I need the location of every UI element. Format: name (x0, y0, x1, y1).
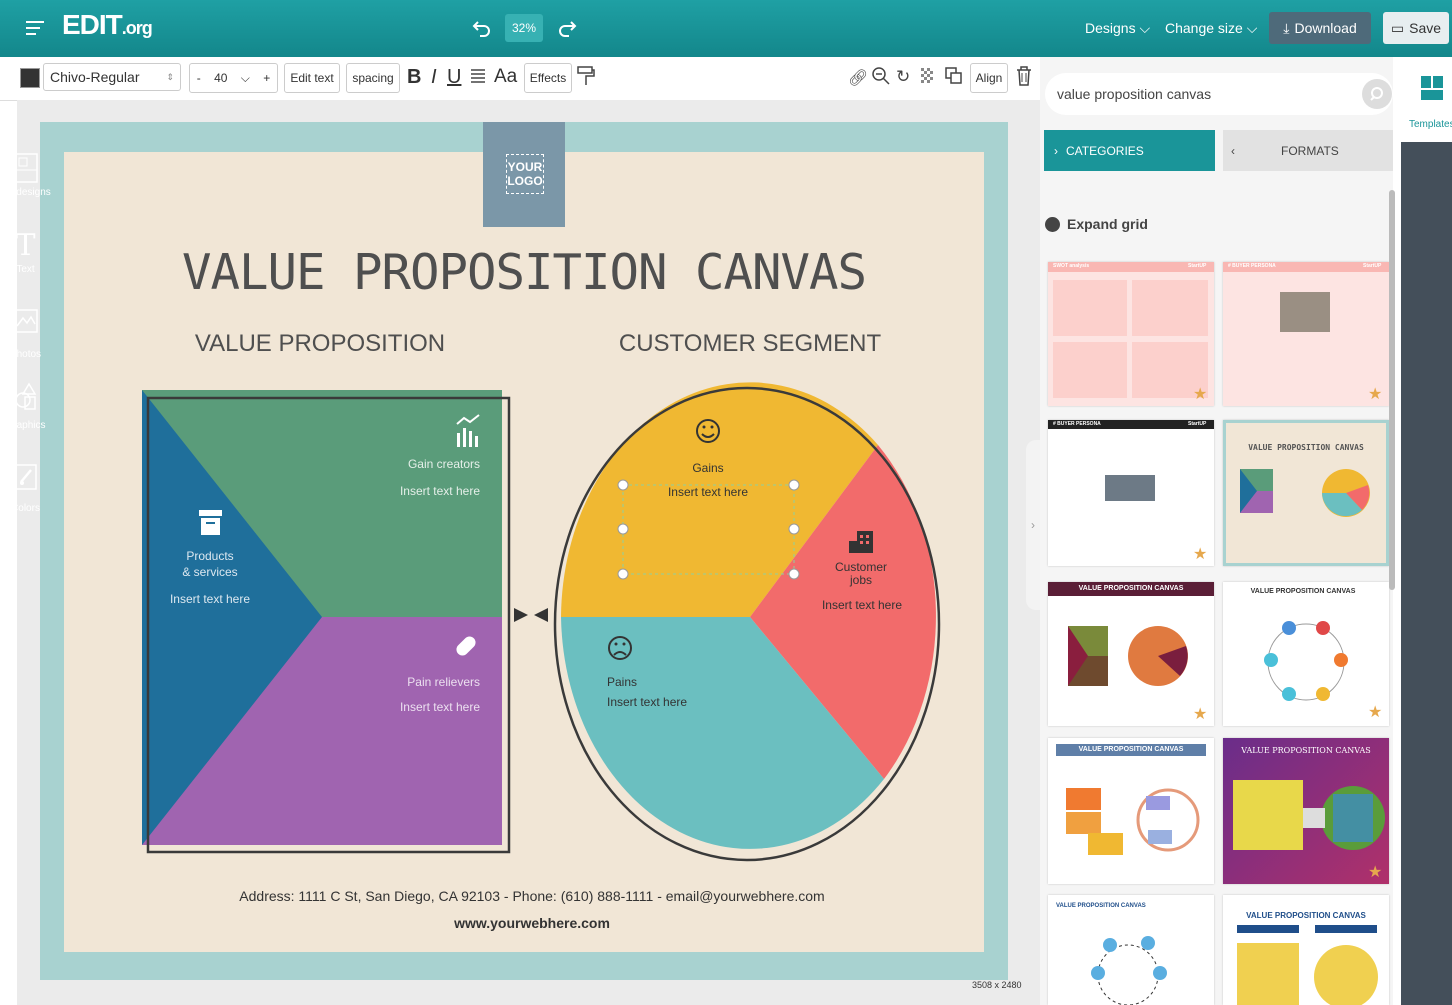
template-thumbnail-buyer-persona[interactable]: # BUYER PERSONA StartUP ★ (1223, 262, 1389, 406)
chevron-down-icon: ⌵ (1246, 20, 1258, 36)
download-icon: ⤓ (1283, 19, 1290, 36)
rail-label: Colors (11, 503, 40, 514)
template-thumbnail-orange[interactable]: VALUE PROPOSITION CANVAS (1048, 738, 1214, 884)
rail-item-photos[interactable]: Photos (0, 308, 51, 370)
rail-label: Graphics (5, 420, 46, 431)
products-label[interactable]: Products & services (160, 548, 260, 580)
template-thumbnail-swot[interactable]: SWOT analysis StartUP ★ (1048, 262, 1214, 406)
shapes-icon (14, 382, 36, 410)
thumb-diagram (1066, 788, 1200, 855)
products-label-line2: & services (182, 565, 238, 579)
thumb-diagram (1068, 626, 1188, 686)
thumb-diagram (1237, 925, 1378, 1005)
pains-text[interactable]: Insert text here (607, 695, 687, 709)
thumbnail-badge: StartUP (1188, 263, 1207, 269)
arrow-left-icon (534, 608, 548, 622)
save-button[interactable]: ▭ Save (1383, 12, 1449, 44)
gains-label[interactable]: Gains (658, 461, 758, 475)
rail-label: Photos (9, 349, 42, 360)
thumb-diagram (1240, 469, 1370, 517)
thumbnail-badge: StartUP (1188, 421, 1207, 427)
smile-eye (702, 425, 706, 429)
products-text[interactable]: Insert text here (155, 592, 265, 606)
rail-item-text[interactable]: T Text (0, 228, 51, 290)
thumb-photo (1280, 292, 1330, 332)
rail-item-templates[interactable]: Templates (1401, 57, 1452, 142)
file-icon: ▭ (1390, 19, 1405, 36)
template-thumbnail-circle[interactable]: VALUE PROPOSITION CANVAS ★ (1223, 582, 1389, 726)
thumbnail-title: SWOT analysis (1053, 263, 1090, 269)
template-thumbnail-purple[interactable]: VALUE PROPOSITION CANVAS ★ (1223, 738, 1389, 884)
rail-label: My designs (0, 187, 51, 198)
rail-item-my-designs[interactable]: My designs (0, 150, 51, 215)
star-icon[interactable]: ★ (1368, 862, 1382, 882)
designs-menu[interactable]: Designs ⌵ (1085, 20, 1150, 37)
my-designs-icon (13, 153, 38, 183)
sad-eye (622, 642, 626, 646)
canvas-diagram (142, 382, 941, 862)
photo-icon (13, 309, 38, 333)
download-button[interactable]: ⤓ Download (1269, 12, 1371, 44)
grid-toggle-icon (1045, 216, 1060, 232)
search-icon (1370, 87, 1383, 101)
thumb-diagram (1091, 936, 1167, 1005)
sad-eye (614, 642, 618, 646)
thumb-diagram (1233, 780, 1385, 850)
change-size-menu[interactable]: Change size ⌵ (1165, 20, 1257, 37)
customer-jobs-line2: jobs (849, 573, 872, 587)
search-input-value: value proposition canvas (1057, 86, 1212, 102)
website-text[interactable]: www.yourwebhere.com (64, 915, 1000, 931)
thumb-photo (1105, 475, 1155, 501)
expand-grid-toggle[interactable]: Expand grid (1045, 216, 1148, 232)
rail-label: Templates (1409, 119, 1452, 130)
thumb-cell (1053, 280, 1127, 336)
gains-text[interactable]: Insert text here (653, 485, 763, 499)
customer-jobs-label[interactable]: Customer jobs (816, 561, 906, 587)
rail-item-graphics[interactable]: Graphics (0, 382, 51, 444)
products-label-line1: Products (186, 549, 234, 563)
pain-relievers-text[interactable]: Insert text here (370, 700, 480, 714)
panel-scrollbar[interactable] (1389, 190, 1395, 590)
thumbnail-title: # BUYER PERSONA (1053, 421, 1101, 427)
star-icon[interactable]: ★ (1368, 702, 1382, 722)
templates-icon (1421, 76, 1443, 100)
text-icon: T (15, 228, 36, 263)
thumb-diagram (1264, 621, 1348, 701)
palette-icon (14, 464, 37, 490)
chevron-left-icon: ‹ (1231, 143, 1235, 158)
template-thumbnail-blue[interactable]: VALUE PROPOSITION CANVAS (1048, 895, 1214, 1005)
canvas-dimensions: 3508 x 2480 (972, 980, 1022, 990)
thumbnail-title: # BUYER PERSONA (1228, 263, 1276, 269)
formats-tab[interactable]: ‹ FORMATS (1223, 130, 1393, 171)
pain-relievers-label[interactable]: Pain relievers (370, 675, 480, 689)
address-text[interactable]: Address: 1111 C St, San Diego, CA 92103 … (64, 888, 1000, 904)
rail-item-colors[interactable]: Colors (0, 462, 51, 524)
chevron-right-icon: › (1054, 143, 1058, 158)
chevron-down-icon: ⌵ (1139, 20, 1151, 36)
side-rail (1401, 57, 1452, 1005)
star-icon[interactable]: ★ (1193, 384, 1207, 404)
template-thumbnail-yellow[interactable]: VALUE PROPOSITION CANVAS (1223, 895, 1389, 1005)
star-icon[interactable]: ★ (1368, 384, 1382, 404)
star-icon[interactable]: ★ (1193, 704, 1207, 724)
search-input[interactable]: value proposition canvas (1045, 73, 1393, 115)
template-thumbnail-buyer-persona-2[interactable]: # BUYER PERSONA StartUP ★ (1048, 420, 1214, 566)
collapse-panel-handle[interactable]: › (1026, 440, 1040, 610)
customer-jobs-text[interactable]: Insert text here (807, 598, 917, 612)
template-thumbnail-selected[interactable]: VALUE PROPOSITION CANVAS (1223, 420, 1389, 566)
smile-eye (710, 425, 714, 429)
thumb-cell (1053, 342, 1127, 398)
template-thumbnail-dark[interactable]: VALUE PROPOSITION CANVAS ★ (1048, 582, 1214, 726)
categories-tab[interactable]: › CATEGORIES (1044, 130, 1215, 171)
gain-creators-label[interactable]: Gain creators (380, 457, 480, 471)
box-icon-slot (206, 522, 215, 524)
pains-label[interactable]: Pains (607, 675, 637, 689)
thumbnail-badge: StartUP (1363, 263, 1382, 269)
rail-label: Text (16, 264, 35, 275)
gain-creators-text[interactable]: Insert text here (370, 484, 480, 498)
search-button[interactable] (1362, 79, 1392, 109)
arrow-right-icon (514, 608, 528, 622)
thumb-cell (1132, 280, 1208, 336)
star-icon[interactable]: ★ (1193, 544, 1207, 564)
